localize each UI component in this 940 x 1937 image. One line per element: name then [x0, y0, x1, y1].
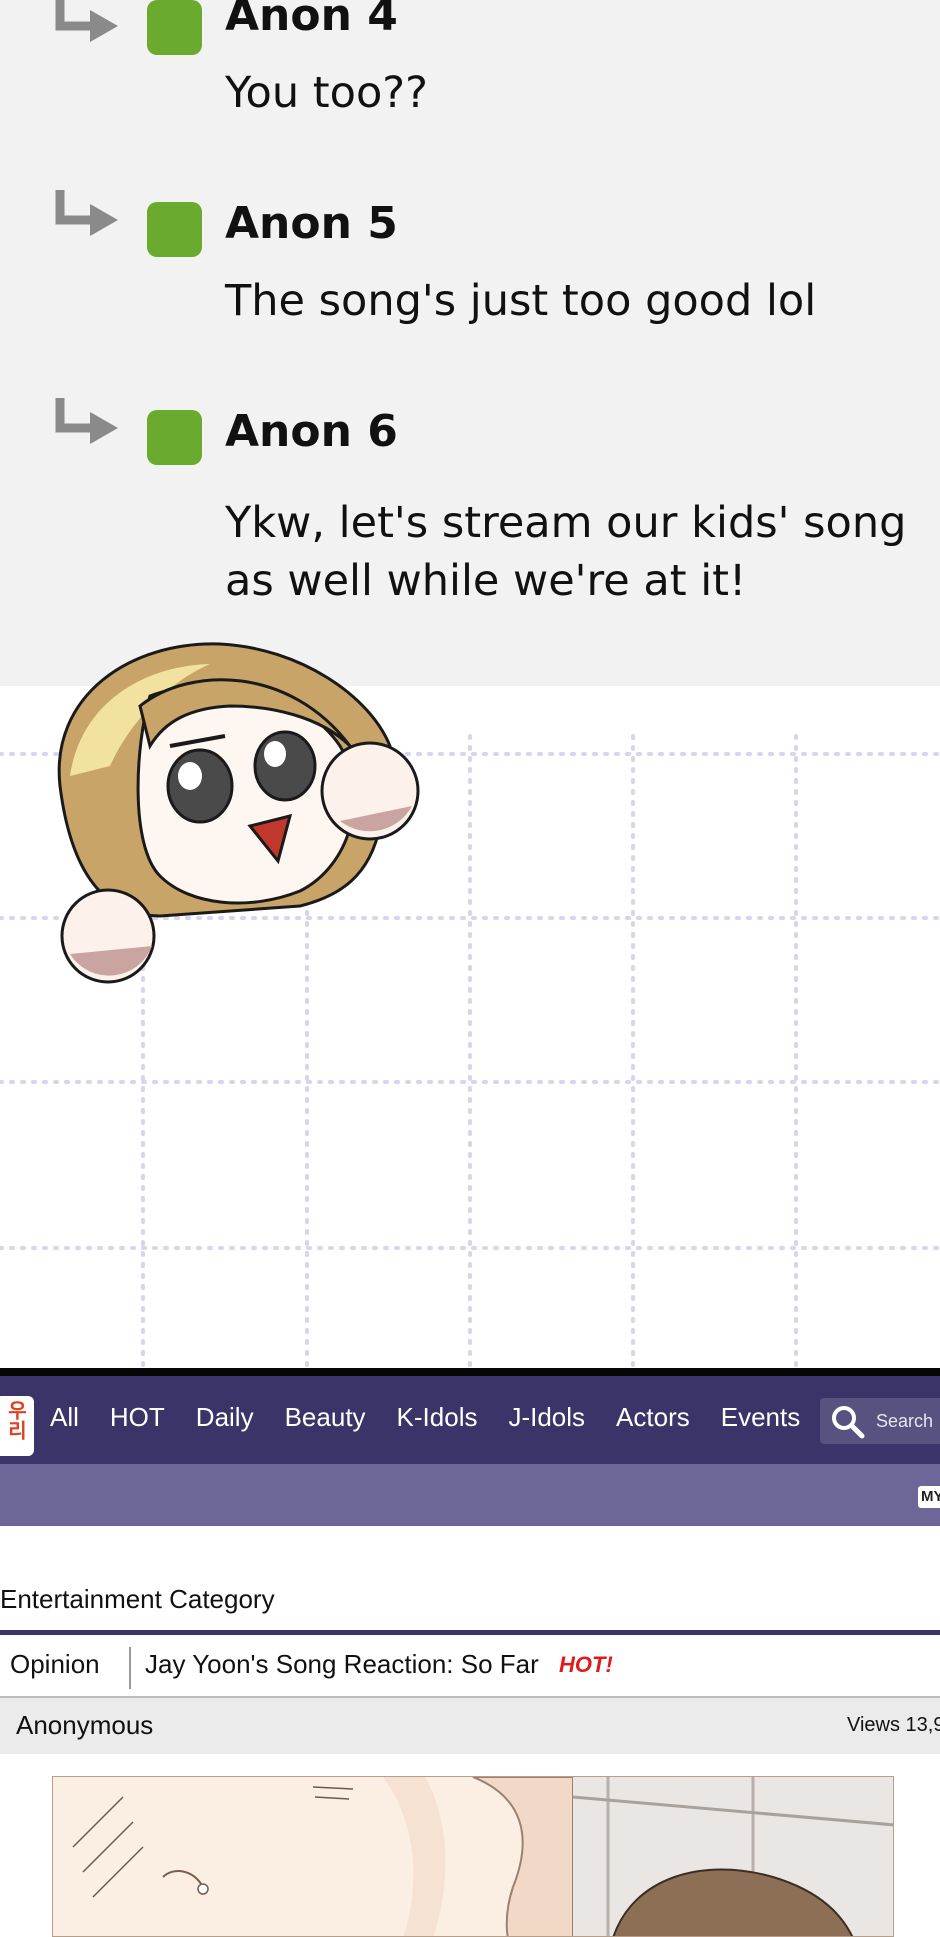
search-box[interactable]: [820, 1398, 940, 1444]
avatar: [147, 202, 202, 257]
hot-badge: HOT!: [559, 1652, 613, 1677]
nav-item-events[interactable]: Events: [721, 1402, 801, 1433]
comment-author: Anon 6: [225, 406, 398, 457]
comment-text: You too??: [225, 68, 428, 118]
forum-top-navigation: 우리말 All HOT Daily Beauty K-Idols J-Idols…: [0, 1368, 940, 1464]
view-count: Views 13,9: [847, 1714, 940, 1736]
search-icon: [832, 1406, 865, 1439]
reply-arrow-icon: [55, 0, 118, 42]
category-heading: Entertainment Category: [0, 1584, 275, 1614]
avatar: [147, 410, 202, 465]
nav-item-beauty[interactable]: Beauty: [285, 1402, 366, 1433]
comment-author: Anon 4: [225, 0, 398, 41]
nav-item-daily[interactable]: Daily: [196, 1402, 254, 1433]
forum-sub-bar: MY: [0, 1464, 940, 1526]
nav-item-k-idols[interactable]: K-Idols: [397, 1402, 478, 1433]
category-nav: All HOT Daily Beauty K-Idols J-Idols Act…: [50, 1402, 831, 1433]
nav-item-hot[interactable]: HOT: [110, 1402, 165, 1433]
post-title-row: Opinion Jay Yoon's Song Reaction: So Far…: [0, 1635, 940, 1698]
reply-arrow-icon: [55, 398, 118, 444]
nav-item-actors[interactable]: Actors: [616, 1402, 690, 1433]
search-input[interactable]: [876, 1406, 940, 1436]
comment-text: The song's just too good lol: [225, 276, 817, 326]
site-logo-text: 우리말: [4, 1400, 28, 1440]
my-menu-button[interactable]: MY: [918, 1486, 940, 1508]
tag-divider: [129, 1647, 131, 1689]
site-logo[interactable]: 우리말: [0, 1396, 34, 1456]
chibi-character-illustration: [57, 642, 420, 984]
comment-text: Ykw, let's stream our kids' song as well…: [225, 498, 907, 606]
comment-author: Anon 5: [225, 198, 398, 249]
reply-arrow-icon: [55, 190, 118, 236]
avatar: [147, 0, 202, 55]
post-title: Jay Yoon's Song Reaction: So Far: [145, 1649, 539, 1679]
nav-item-j-idols[interactable]: J-Idols: [508, 1402, 585, 1433]
post-author: Anonymous: [16, 1710, 154, 1740]
post-tag[interactable]: Opinion: [10, 1649, 100, 1680]
comment-thread: Anon 4 You too?? Anon 5 The song's just …: [0, 0, 940, 686]
post-meta-row: Anonymous Views 13,9: [0, 1698, 940, 1754]
comic-panel-illustration: [53, 1777, 893, 1936]
nav-item-all[interactable]: All: [50, 1402, 79, 1433]
post-image: [52, 1776, 894, 1937]
